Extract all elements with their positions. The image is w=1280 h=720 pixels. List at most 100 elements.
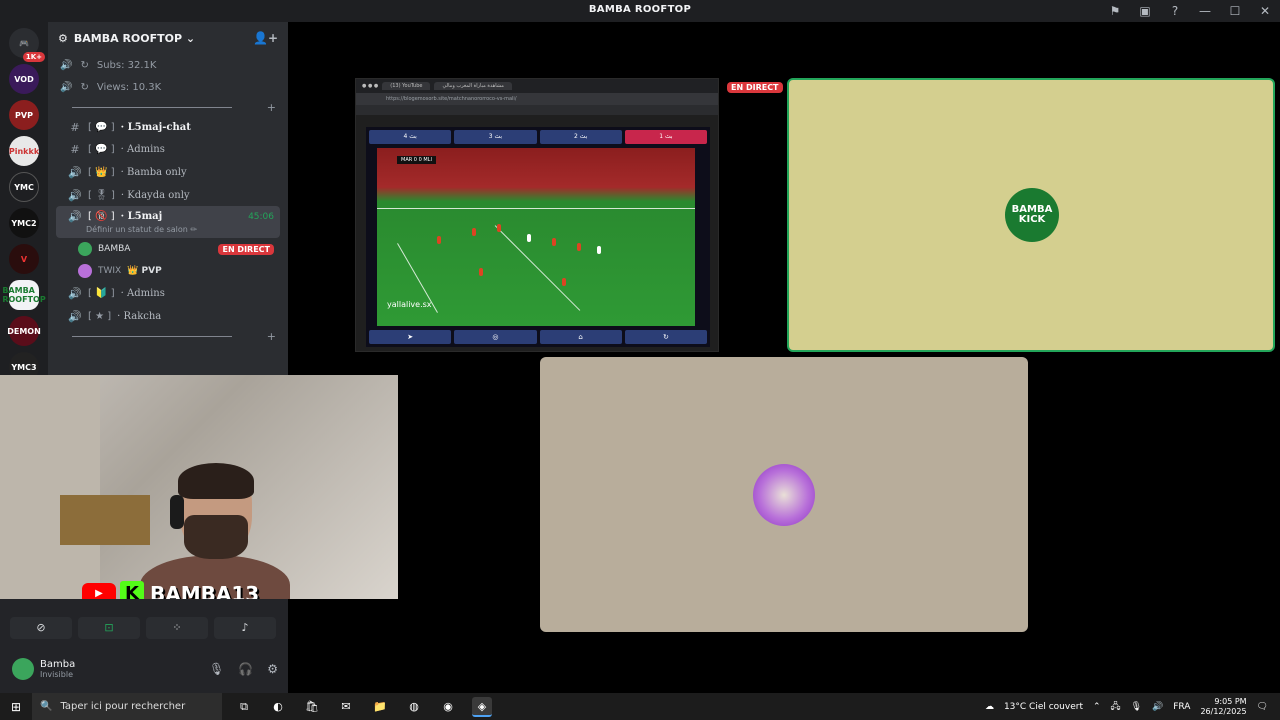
voice-control-panel: ⊘ ⊡ ⁘ ♪ Bamba Invisible 🎙 🎧 ⚙ [0,599,288,693]
kick-icon: K [120,581,144,599]
invite-people-icon[interactable]: 👤+ [253,31,278,45]
avatar[interactable] [12,658,34,680]
channel-bamba-only[interactable]: 🔊 [ 👑 ] · Bamba only [56,161,280,184]
stream-tile[interactable]: ● ● ● (13) YouTube مشاهدة مباراة المغرب … [355,78,719,352]
server-header[interactable]: ⚙ BAMBA ROOFTOP ⌄ 👤+ [48,22,288,54]
close-icon[interactable]: ✕ [1250,4,1280,18]
speaker-icon: 🔊 [68,165,82,179]
speaker-icon: 🔊 [68,287,82,301]
screen-share-button[interactable]: ⊡ [78,617,140,639]
mention-badge: 1K+ [22,52,45,62]
server-icon-active[interactable]: BAMBA ROOFTOP [2,280,46,310]
username: Bamba [40,659,76,670]
server-icon[interactable]: VOD [9,64,39,94]
weather-text[interactable]: 13°C Ciel couvert [1004,702,1083,712]
channel-emoji: [ 🎖 ] [88,189,115,201]
browser-url-bar: https://blogemosorb.site/matchnanororroc… [356,93,718,105]
headphones-icon[interactable]: 🎧 [238,662,253,676]
channel-rakcha[interactable]: 🔊 [ ★ ] · Rakcha [56,305,280,328]
help-icon[interactable]: ? [1160,4,1190,18]
clock[interactable]: 9:05 PM 26/12/2025 [1200,697,1246,717]
weather-icon[interactable]: ☁ [985,702,994,712]
browser-tab-bar: ● ● ● (13) YouTube مشاهدة مباراة المغرب … [356,79,718,93]
stream-tab: بث 4 [369,130,452,144]
channel-kdayda-only[interactable]: 🔊 [ 🎖 ] · Kdayda only [56,184,280,207]
speaker-active-icon: 🔊 [68,210,82,224]
copilot-icon[interactable]: ◐ [268,697,288,717]
channel-admins-voice[interactable]: 🔊 [ 🔰 ] · Admins [56,282,280,305]
taskbar-search[interactable]: 🔍 Taper ici pour rechercher [32,693,222,720]
language-indicator[interactable]: FRA [1173,702,1190,712]
window-icon[interactable]: ▣ [1130,4,1160,18]
channel-admins[interactable]: # [ 💬 ] · Admins [56,139,280,162]
soundboard-button[interactable]: ♪ [214,617,276,639]
chevron-up-icon[interactable]: ⌃ [1093,702,1101,712]
server-icon[interactable]: YMC3 [9,352,39,375]
channel-emoji: [ ★ ] [88,310,112,322]
notification-icon[interactable]: 🗨 [1257,702,1268,712]
refresh-icon: ↻ [624,330,707,344]
channel-emoji: [ 💬 ] [88,121,115,133]
search-icon: 🔍 [40,701,53,712]
watermark: yallalive.sx [387,300,432,309]
server-icon[interactable]: PVP [9,100,39,130]
stream-tab-active: بث 1 [624,130,707,144]
server-icon[interactable]: YMC [9,172,39,202]
channel-name: · L5maj-chat [120,121,191,133]
edge-icon[interactable]: ◍ [404,697,424,717]
stat-channel-subs[interactable]: 🔊 ↻ Subs: 32.1K [48,54,288,76]
file-explorer-icon[interactable]: 📁 [370,697,390,717]
channel-l5maj-voice[interactable]: 🔊 [ 🔞 ] · L5maj 45:06 Définir un statut … [56,206,280,239]
home-icon: ⌂ [539,330,622,344]
browser-tab: مشاهدة مباراة المغرب ومالي [434,82,512,90]
voice-username: TWIX [98,266,122,277]
add-channel-icon[interactable]: + [267,330,276,343]
gear-icon[interactable]: ⚙ [267,662,278,676]
task-view-icon[interactable]: ⧉ [234,697,254,717]
chevron-down-icon: ⌄ [182,31,196,45]
category-divider: + [48,328,288,346]
maximize-icon[interactable]: ☐ [1220,4,1250,18]
add-channel-icon[interactable]: + [267,101,276,114]
obs-icon[interactable]: ◉ [438,697,458,717]
whatsapp-icon: ◎ [454,330,537,344]
hash-icon: # [70,120,80,134]
server-icon[interactable]: YMC2 [9,208,39,238]
channel-name: · Admins [120,288,165,300]
participant-tile-bamba[interactable]: BAMBA KICK [787,78,1275,352]
live-badge: EN DIRECT [218,243,274,255]
inbox-icon[interactable]: ⚑ [1100,4,1130,18]
microphone-icon[interactable]: 🎙 [209,662,224,676]
store-icon[interactable]: 🛍 [302,697,322,717]
windows-start-icon[interactable]: ⊞ [0,700,32,714]
streamer-name: BAMBA13 [150,582,260,599]
outlook-icon[interactable]: ✉ [336,697,356,717]
channel-emoji: [ 🔞 ] [88,211,115,223]
stat-label: Views: 10.3K [96,81,162,93]
network-icon[interactable]: 🖧 [1111,699,1121,715]
stream-tab: بث 2 [539,130,622,144]
channel-emoji: [ 💬 ] [88,144,115,156]
title-bar: BAMBA ROOFTOP ⚑ ▣ ? — ☐ ✕ [0,0,1280,22]
voice-user-twix[interactable]: TWIX 👑 PVP [48,260,288,282]
avatar [753,464,815,526]
bookmarks-bar [356,105,718,115]
volume-icon[interactable]: 🔊 [1152,702,1163,712]
stat-channel-views[interactable]: 🔊 ↻ Views: 10.3K [48,76,288,98]
server-icon[interactable]: V [9,244,39,274]
activities-button[interactable]: ⁘ [146,617,208,639]
voice-user-bamba[interactable]: BAMBA EN DIRECT [48,238,288,260]
channel-l5maj-chat[interactable]: # [ 💬 ] · L5maj-chat [56,116,280,139]
camera-off-button[interactable]: ⊘ [10,617,72,639]
server-icon[interactable]: Pinkkk [9,136,39,166]
participant-tile-twix[interactable] [540,357,1028,632]
home-icon[interactable]: 🎮 1K+ [9,28,45,62]
discord-icon[interactable]: ◈ [472,696,492,717]
server-icon[interactable]: DEMON [7,316,41,346]
channel-status-edit[interactable]: Définir un statut de salon ✏ [68,225,197,234]
server-rail: 🎮 1K+ VOD PVP Pinkkk YMC YMC2 V BAMBA ROO… [0,22,48,375]
user-tag: 👑 PVP [127,266,162,277]
minimize-icon[interactable]: — [1190,4,1220,18]
user-status: Invisible [40,670,73,679]
microphone-icon[interactable]: 🎙 [1131,702,1142,712]
